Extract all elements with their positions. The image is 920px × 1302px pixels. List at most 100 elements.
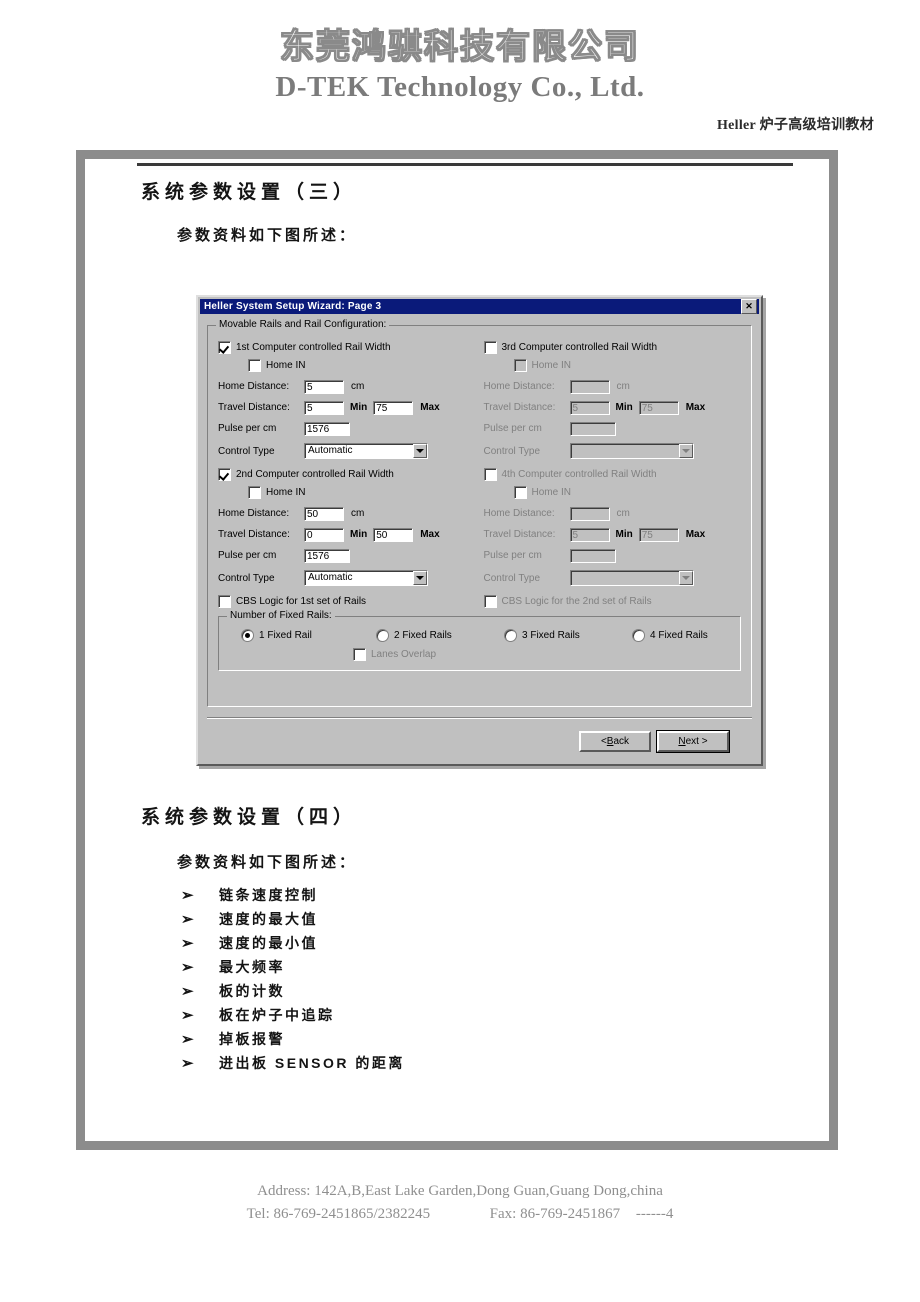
cbs-logic-1st-checkbox[interactable]: CBS Logic for 1st set of Rails — [218, 594, 476, 609]
fixed-rails-group-label: Number of Fixed Rails: — [227, 610, 335, 621]
list-item: ➢ 进出板 SENSOR 的距离 — [181, 1053, 681, 1077]
rail3-pulse-row: Pulse per cm — [484, 418, 742, 439]
rail3-enable-checkbox[interactable]: 3rd Computer controlled Rail Width — [483, 340, 742, 355]
rail2-pulse-row: Pulse per cm 1576 — [218, 545, 476, 566]
checkbox-box — [218, 341, 231, 354]
rail1-travel-min-input[interactable]: 5 — [304, 400, 344, 415]
home-distance-label: Home Distance: — [483, 381, 555, 392]
footer-fax: Fax: 86-769-2451867 — [489, 1206, 621, 1223]
parameter-bullet-list: ➢ 链条速度控制 ➢ 速度的最大值 ➢ 速度的最小值 ➢ 最大频率 ➢ 板的计数… — [181, 885, 681, 1077]
next-button-suffix: ext > — [685, 736, 708, 747]
checkbox-box — [513, 486, 527, 499]
footer-tel: Tel: 86-769-2451865/2382245 — [246, 1206, 431, 1223]
next-button[interactable]: Next > — [656, 730, 730, 753]
rail2-control-type-combo[interactable]: Automatic — [304, 570, 428, 586]
letterhead: 东莞鸿骐科技有限公司 D-TEK Technology Co., Ltd. — [0, 0, 920, 104]
rail1-home-in-checkbox[interactable]: Home IN — [248, 359, 305, 373]
rail3-control-type-combo — [569, 443, 694, 459]
rail3-control-type-value — [571, 444, 679, 458]
page-footer: Address: 142A,B,East Lake Garden,Dong Gu… — [0, 1180, 920, 1227]
document-subtitle: Heller 炉子高级培训教材 — [716, 118, 874, 133]
max-label: Max — [420, 529, 440, 540]
radio-1-fixed-rail-label: 1 Fixed Rail — [259, 630, 312, 641]
rail2-home-distance-input[interactable]: 50 — [304, 506, 344, 521]
max-label: Max — [420, 402, 440, 413]
radio-dot — [504, 629, 517, 642]
checkbox-box — [218, 595, 231, 608]
bullet-marker-icon: ➢ — [181, 1008, 194, 1024]
cbs-logic-2nd-checkbox: CBS Logic for the 2nd set of Rails — [483, 594, 742, 609]
min-label: Min — [350, 529, 368, 540]
left-rail-column: 1st Computer controlled Rail Width Home … — [218, 340, 476, 609]
rail2-control-type-value: Automatic — [308, 572, 353, 583]
rail3-home-distance-row: Home Distance: cm — [484, 376, 742, 397]
bullet-marker-icon: ➢ — [181, 960, 194, 976]
dialog-title: Heller System Setup Wizard: Page 3 — [204, 301, 382, 312]
section-4-subtitle: 参数资料如下图所述： — [177, 854, 358, 871]
page-content: 系统参数设置（三） 参数资料如下图所述： Heller System Setup… — [85, 159, 829, 1141]
footer-page-number: ------4 — [635, 1206, 674, 1223]
rail3-enable-label: 3rd Computer controlled Rail Width — [501, 342, 658, 353]
rail2-home-in-checkbox[interactable]: Home IN — [248, 486, 305, 500]
chevron-down-icon — [678, 444, 693, 458]
back-button-mnemonic: B — [606, 736, 614, 747]
unit-cm-label: cm — [351, 381, 365, 392]
rail1-control-type-value: Automatic — [308, 445, 353, 456]
back-button[interactable]: < Back — [579, 731, 651, 752]
checkbox-box — [513, 359, 527, 372]
rail2-enable-label: 2nd Computer controlled Rail Width — [236, 469, 394, 480]
list-item-label: 速度的最大值 — [219, 911, 318, 927]
control-type-label: Control Type — [483, 445, 541, 457]
rail1-travel-max-input[interactable]: 75 — [373, 400, 414, 415]
radio-4-fixed-rails[interactable]: 4 Fixed Rails — [632, 629, 708, 642]
checkbox-box — [483, 468, 497, 481]
rail1-control-type-row: Control Type Automatic — [218, 439, 476, 463]
movable-rails-group-label: Movable Rails and Rail Configuration: — [216, 319, 390, 330]
home-distance-label: Home Distance: — [218, 508, 290, 519]
rail2-travel-min-input[interactable]: 0 — [304, 527, 344, 542]
control-type-label: Control Type — [218, 572, 275, 584]
rail2-pulse-input[interactable]: 1576 — [304, 548, 350, 563]
rail2-enable-checkbox[interactable]: 2nd Computer controlled Rail Width — [218, 467, 476, 482]
rail1-pulse-input[interactable]: 1576 — [304, 421, 350, 436]
section-3-subtitle: 参数资料如下图所述： — [177, 227, 358, 244]
rail2-travel-max-input[interactable]: 50 — [373, 527, 414, 542]
travel-distance-label: Travel Distance: — [483, 402, 556, 413]
home-distance-label: Home Distance: — [483, 508, 555, 519]
close-icon[interactable]: ✕ — [741, 299, 757, 314]
list-item-label: 进出板 SENSOR 的距离 — [219, 1055, 405, 1071]
list-item: ➢ 板在炉子中追踪 — [181, 1005, 681, 1029]
rail1-enable-label: 1st Computer controlled Rail Width — [236, 342, 391, 353]
rail2-control-type-row: Control Type Automatic — [218, 566, 476, 590]
rail4-home-distance-input — [569, 506, 610, 521]
radio-3-fixed-rails[interactable]: 3 Fixed Rails — [504, 629, 632, 642]
rail1-control-type-combo[interactable]: Automatic — [304, 443, 428, 459]
list-item: ➢ 板的计数 — [181, 981, 681, 1005]
rail3-travel-min-input: 5 — [569, 400, 610, 415]
chevron-down-icon[interactable] — [413, 444, 427, 458]
rail1-home-distance-input[interactable]: 5 — [304, 379, 344, 394]
rail4-travel-min-input: 5 — [569, 527, 610, 542]
fixed-rails-groupbox: Number of Fixed Rails: 1 Fixed Rail 2 Fi… — [218, 610, 741, 671]
radio-1-fixed-rail[interactable]: 1 Fixed Rail — [227, 629, 376, 642]
radio-2-fixed-rails[interactable]: 2 Fixed Rails — [376, 629, 504, 642]
list-item-label: 链条速度控制 — [219, 887, 318, 903]
rail4-control-type-row: Control Type — [484, 566, 742, 590]
rail4-pulse-row: Pulse per cm — [484, 545, 742, 566]
radio-4-fixed-rails-label: 4 Fixed Rails — [650, 630, 708, 641]
radio-dot — [632, 629, 645, 642]
list-item: ➢ 速度的最小值 — [181, 933, 681, 957]
chevron-down-icon[interactable] — [413, 571, 427, 585]
back-button-suffix: ack — [613, 736, 630, 747]
footer-contact: Tel: 86-769-2451865/2382245 Fax: 86-769-… — [0, 1203, 920, 1226]
cbs-logic-1st-label: CBS Logic for 1st set of Rails — [236, 596, 367, 607]
lanes-overlap-label: Lanes Overlap — [371, 649, 437, 660]
rail1-enable-checkbox[interactable]: 1st Computer controlled Rail Width — [218, 340, 476, 355]
rail4-pulse-input — [569, 548, 616, 563]
travel-distance-label: Travel Distance: — [218, 402, 290, 413]
rail2-home-in-label: Home IN — [266, 487, 306, 498]
section-4-title: 系统参数设置（四） — [141, 807, 358, 828]
travel-distance-label: Travel Distance: — [218, 529, 290, 540]
page-border: 系统参数设置（三） 参数资料如下图所述： Heller System Setup… — [76, 150, 838, 1150]
company-name-english: D-TEK Technology Co., Ltd. — [275, 71, 645, 104]
